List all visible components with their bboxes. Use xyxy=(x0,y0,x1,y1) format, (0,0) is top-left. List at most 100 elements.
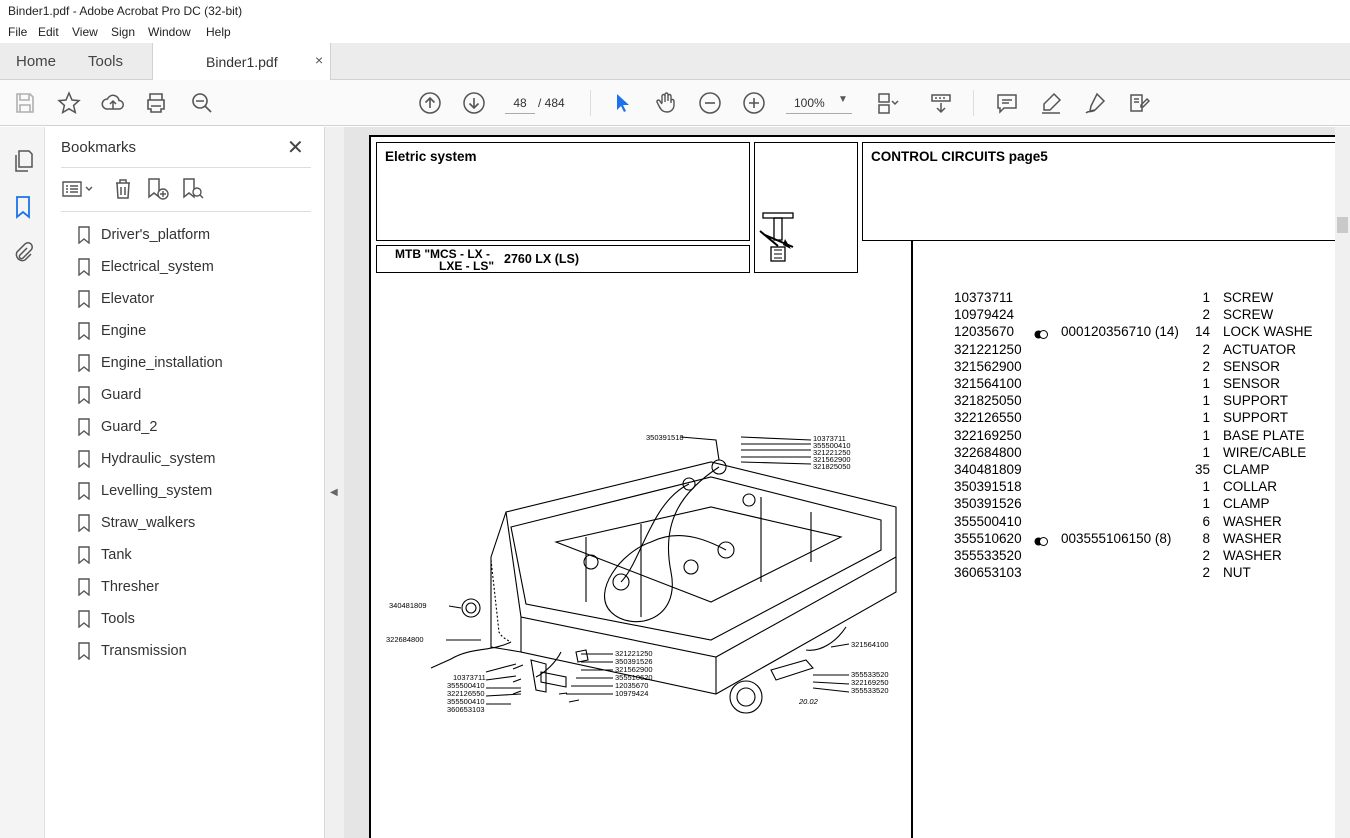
bookmark-search-icon[interactable] xyxy=(180,177,204,201)
bookmark-item[interactable]: Guard_2 xyxy=(77,416,307,438)
part-quantity: 1 xyxy=(1202,376,1210,391)
bookmark-label: Hydraulic_system xyxy=(101,451,216,467)
menu-view[interactable]: View xyxy=(72,25,98,39)
select-cursor-icon[interactable] xyxy=(610,91,634,115)
column-divider xyxy=(911,241,913,838)
electric-symbol-icon xyxy=(759,212,794,262)
panel-splitter[interactable]: ◀ xyxy=(325,127,344,838)
zoom-value: 100% xyxy=(794,96,825,110)
part-code: 321564100 xyxy=(954,376,1022,391)
upload-icon[interactable] xyxy=(101,91,125,115)
zoom-dropdown[interactable]: 100% ▼ xyxy=(786,92,852,114)
scroll-mode-icon[interactable] xyxy=(929,91,953,115)
arrow-down-icon[interactable] xyxy=(462,91,486,115)
toolbar-divider xyxy=(973,90,974,116)
replacement-marker-icon xyxy=(1034,327,1048,340)
parts-row: 321825050 1 SUPPORT xyxy=(954,393,1335,410)
part-quantity: 1 xyxy=(1202,496,1210,512)
part-quantity: 35 xyxy=(1194,462,1210,477)
bookmark-icon xyxy=(77,386,91,405)
part-description: SUPPORT xyxy=(1223,393,1289,409)
bookmark-item[interactable]: Elevator xyxy=(77,288,307,310)
vertical-scrollbar[interactable] xyxy=(1335,127,1350,838)
close-icon[interactable]: ✕ xyxy=(287,135,304,160)
bookmark-item[interactable]: Hydraulic_system xyxy=(77,448,307,470)
pages-thumbnail-icon[interactable] xyxy=(11,149,35,173)
bookmark-item[interactable]: Tools xyxy=(77,608,307,630)
scrollbar-thumb[interactable] xyxy=(1337,217,1348,233)
menu-sign[interactable]: Sign xyxy=(111,25,135,39)
part-description: WIRE/CABLE xyxy=(1223,444,1307,460)
star-icon[interactable] xyxy=(57,91,81,115)
bookmark-item[interactable]: Levelling_system xyxy=(77,480,307,502)
parts-row: 321564100 1 SENSOR xyxy=(954,376,1335,393)
menu-edit[interactable]: Edit xyxy=(38,25,59,39)
save-icon[interactable] xyxy=(13,91,37,115)
bookmark-item[interactable]: Straw_walkers xyxy=(77,512,307,534)
document-view[interactable]: Eletric system MTB "MCS - LX - LXE - LS"… xyxy=(344,127,1335,838)
part-code: 350391518 xyxy=(954,479,1022,495)
bookmark-item[interactable]: Guard xyxy=(77,384,307,406)
highlight-icon[interactable] xyxy=(1039,91,1063,115)
tab-document-label: Binder1.pdf xyxy=(206,54,278,70)
part-quantity: 2 xyxy=(1202,565,1210,581)
model-code: 2760 LX (LS) xyxy=(504,252,580,266)
exploded-parts-diagram: 350391518 10373711 355500410 321221250 3… xyxy=(386,433,897,714)
menu-help[interactable]: Help xyxy=(206,25,231,39)
section-title: Eletric system xyxy=(385,149,477,164)
part-quantity: 2 xyxy=(1202,358,1210,374)
bookmark-label: Transmission xyxy=(101,643,187,659)
page-number-input[interactable] xyxy=(505,92,535,114)
bookmark-label: Tools xyxy=(101,611,135,627)
tab-document[interactable]: Binder1.pdf × xyxy=(152,43,331,80)
replacement-code: 003555106150 (8) xyxy=(1061,530,1172,546)
replacement-marker-icon xyxy=(1034,534,1048,546)
parts-row: 10979424 2 SCREW xyxy=(954,307,1335,324)
print-icon[interactable] xyxy=(144,91,168,115)
parts-list: 10373711 1 SCREW 10979424 2 SCREW 12035670 0001… xyxy=(954,290,1335,590)
pdf-page: Eletric system MTB "MCS - LX - LXE - LS"… xyxy=(369,135,1335,838)
bookmark-item[interactable]: Transmission xyxy=(77,640,307,662)
collapse-arrow-icon[interactable]: ◀ xyxy=(330,487,338,498)
tab-close-button[interactable]: × xyxy=(315,52,323,68)
bookmark-label: Guard xyxy=(101,387,142,403)
part-code: 10979424 xyxy=(954,307,1015,323)
part-description: CLAMP xyxy=(1223,496,1270,512)
bookmark-item[interactable]: Thresher xyxy=(77,576,307,598)
tab-tools[interactable]: Tools xyxy=(88,53,123,70)
part-code: 340481809 xyxy=(954,462,1022,477)
menu-window[interactable]: Window xyxy=(148,25,191,39)
bookmark-panel-icon[interactable] xyxy=(11,195,35,219)
diagram-label: 340481809 xyxy=(389,601,427,610)
bookmark-item[interactable]: Driver's_platform xyxy=(77,224,307,246)
zoom-in-icon[interactable] xyxy=(742,91,766,115)
window-title: Binder1.pdf - Adobe Acrobat Pro DC (32-b… xyxy=(8,4,243,18)
zoom-search-icon[interactable] xyxy=(190,91,214,115)
page-layout-icon[interactable] xyxy=(876,91,900,115)
zoom-out-icon[interactable] xyxy=(698,91,722,115)
hand-icon[interactable] xyxy=(654,91,678,115)
draw-icon[interactable] xyxy=(1083,91,1107,115)
part-description: SENSOR xyxy=(1223,376,1281,391)
diagram-label: 10979424 xyxy=(615,689,648,698)
parts-row: 321221250 2 ACTUATOR xyxy=(954,342,1335,359)
menu-bar: File Edit View Sign Window Help xyxy=(0,23,1350,43)
comment-icon[interactable] xyxy=(995,91,1019,115)
bookmark-item[interactable]: Tank xyxy=(77,544,307,566)
bookmark-icon xyxy=(77,226,91,245)
bookmark-item[interactable]: Engine_installation xyxy=(77,352,307,374)
bookmark-item[interactable]: Electrical_system xyxy=(77,256,307,278)
attachment-icon[interactable] xyxy=(11,241,35,265)
fill-sign-icon[interactable] xyxy=(1127,91,1151,115)
bookmark-options-icon[interactable] xyxy=(61,177,95,201)
menu-file[interactable]: File xyxy=(8,25,27,39)
new-bookmark-icon[interactable] xyxy=(145,177,169,201)
page-title: CONTROL CIRCUITS page5 xyxy=(871,149,1048,164)
page-total: / 484 xyxy=(538,96,565,110)
delete-icon[interactable] xyxy=(111,177,135,201)
part-quantity: 1 xyxy=(1202,427,1210,443)
tab-home[interactable]: Home xyxy=(16,53,56,70)
bookmark-item[interactable]: Engine xyxy=(77,320,307,342)
arrow-up-icon[interactable] xyxy=(418,91,442,115)
bookmark-icon xyxy=(77,258,91,277)
